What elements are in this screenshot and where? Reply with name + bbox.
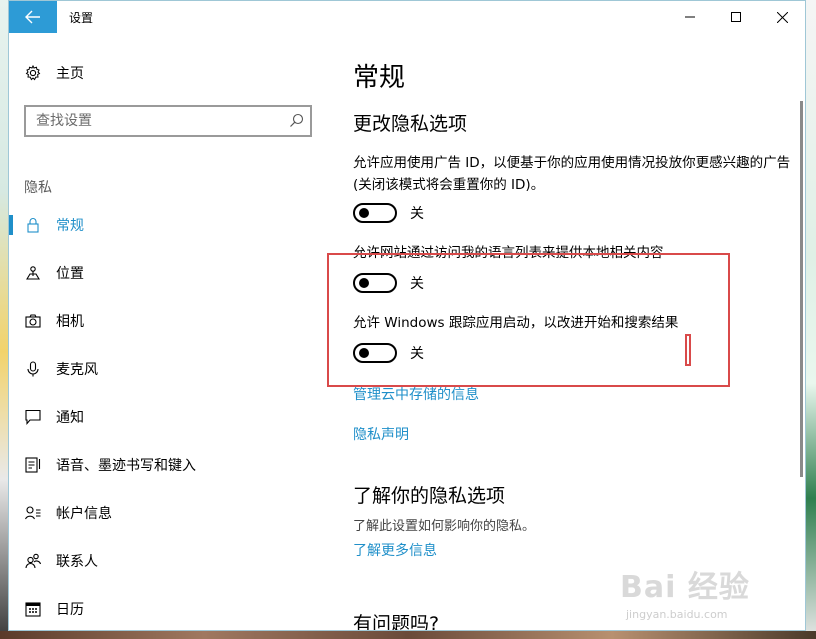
active-indicator (9, 215, 13, 235)
advertising-id-toggle[interactable] (353, 203, 397, 223)
section-title-change-privacy: 更改隐私选项 (353, 113, 468, 135)
toggle-state-label: 关 (410, 346, 424, 362)
minimize-button[interactable] (667, 1, 713, 33)
sidebar-item-microphone[interactable]: 麦克风 (9, 349, 329, 389)
option-advertising-id-row: 关 (353, 203, 424, 223)
sidebar-item-home[interactable]: 主页 (9, 53, 329, 93)
manage-cloud-info-link[interactable]: 管理云中存储的信息 (353, 384, 479, 404)
settings-window: 设置 主页 隐私 (8, 0, 806, 631)
scrollbar[interactable] (800, 101, 803, 477)
option-advertising-id-text: 允许应用使用广告 ID，以便基于你的应用使用情况投放你更感兴趣的广告(关闭该模式… (353, 155, 791, 193)
desktop-background-bottom (0, 631, 816, 639)
location-icon (24, 264, 42, 282)
sidebar-item-label: 语音、墨迹书写和键入 (56, 458, 196, 474)
camera-icon (24, 312, 42, 330)
lock-icon (24, 216, 42, 234)
sidebar-item-notifications[interactable]: 通知 (9, 397, 329, 437)
sidebar-item-label: 常规 (56, 218, 84, 234)
sidebar-item-label: 联系人 (56, 554, 98, 570)
contacts-icon (24, 552, 42, 570)
sidebar-item-camera[interactable]: 相机 (9, 301, 329, 341)
sidebar-item-label: 日历 (56, 602, 84, 618)
track-app-launch-toggle[interactable] (353, 343, 397, 363)
page-title: 常规 (353, 63, 406, 93)
notification-icon (24, 408, 42, 426)
main-content: 常规 更改隐私选项 允许应用使用广告 ID，以便基于你的应用使用情况投放你更感兴… (353, 33, 793, 631)
option-language-list-row: 关 (353, 273, 424, 293)
learn-more-link[interactable]: 了解更多信息 (353, 540, 437, 560)
calendar-icon (24, 600, 42, 618)
window-title: 设置 (69, 11, 94, 25)
section-title-know-privacy: 了解你的隐私选项 (353, 485, 506, 507)
account-icon (24, 504, 42, 522)
sidebar-item-calendar[interactable]: 日历 (9, 589, 329, 629)
sidebar-item-label: 通知 (56, 410, 84, 426)
back-arrow-icon (25, 10, 40, 24)
desktop-background-left (0, 0, 8, 639)
minimize-icon (685, 16, 695, 18)
sidebar-item-speech[interactable]: 语音、墨迹书写和键入 (9, 445, 329, 485)
close-icon (776, 11, 788, 23)
search-icon[interactable] (289, 113, 304, 128)
search-box[interactable] (24, 105, 312, 137)
privacy-statement-link[interactable]: 隐私声明 (353, 424, 409, 444)
desktop-background-right (806, 0, 816, 639)
sidebar-item-general[interactable]: 常规 (9, 205, 329, 245)
microphone-icon (24, 360, 42, 378)
know-privacy-description: 了解此设置如何影响你的隐私。 (353, 519, 536, 534)
sidebar-item-label: 相机 (56, 314, 84, 330)
sidebar-item-label: 主页 (56, 66, 84, 82)
sidebar-item-account-info[interactable]: 帐户信息 (9, 493, 329, 533)
toggle-state-label: 关 (410, 276, 424, 292)
section-title-questions: 有问题吗? (353, 613, 440, 631)
option-track-app-launch-row: 关 (353, 343, 424, 363)
sidebar-item-label: 麦克风 (56, 362, 98, 378)
back-button[interactable] (9, 1, 57, 33)
gear-icon (24, 64, 42, 82)
maximize-button[interactable] (713, 1, 759, 33)
sidebar: 主页 隐私 常规 (9, 33, 329, 630)
option-track-app-launch-text: 允许 Windows 跟踪应用启动，以改进开始和搜索结果 (353, 315, 679, 331)
sidebar-item-label: 帐户信息 (56, 506, 112, 522)
option-language-list-text: 允许网站通过访问我的语言列表来提供本地相关内容 (353, 245, 664, 261)
language-list-toggle[interactable] (353, 273, 397, 293)
close-button[interactable] (759, 1, 805, 33)
section-label-privacy: 隐私 (24, 180, 52, 196)
search-input[interactable] (26, 107, 276, 135)
speech-icon (24, 456, 42, 474)
sidebar-item-label: 位置 (56, 266, 84, 282)
toggle-state-label: 关 (410, 206, 424, 222)
maximize-icon (731, 12, 741, 22)
sidebar-item-location[interactable]: 位置 (9, 253, 329, 293)
toggle-knob (359, 348, 369, 358)
sidebar-item-contacts[interactable]: 联系人 (9, 541, 329, 581)
toggle-knob (359, 278, 369, 288)
title-bar: 设置 (9, 1, 805, 33)
toggle-knob (359, 208, 369, 218)
